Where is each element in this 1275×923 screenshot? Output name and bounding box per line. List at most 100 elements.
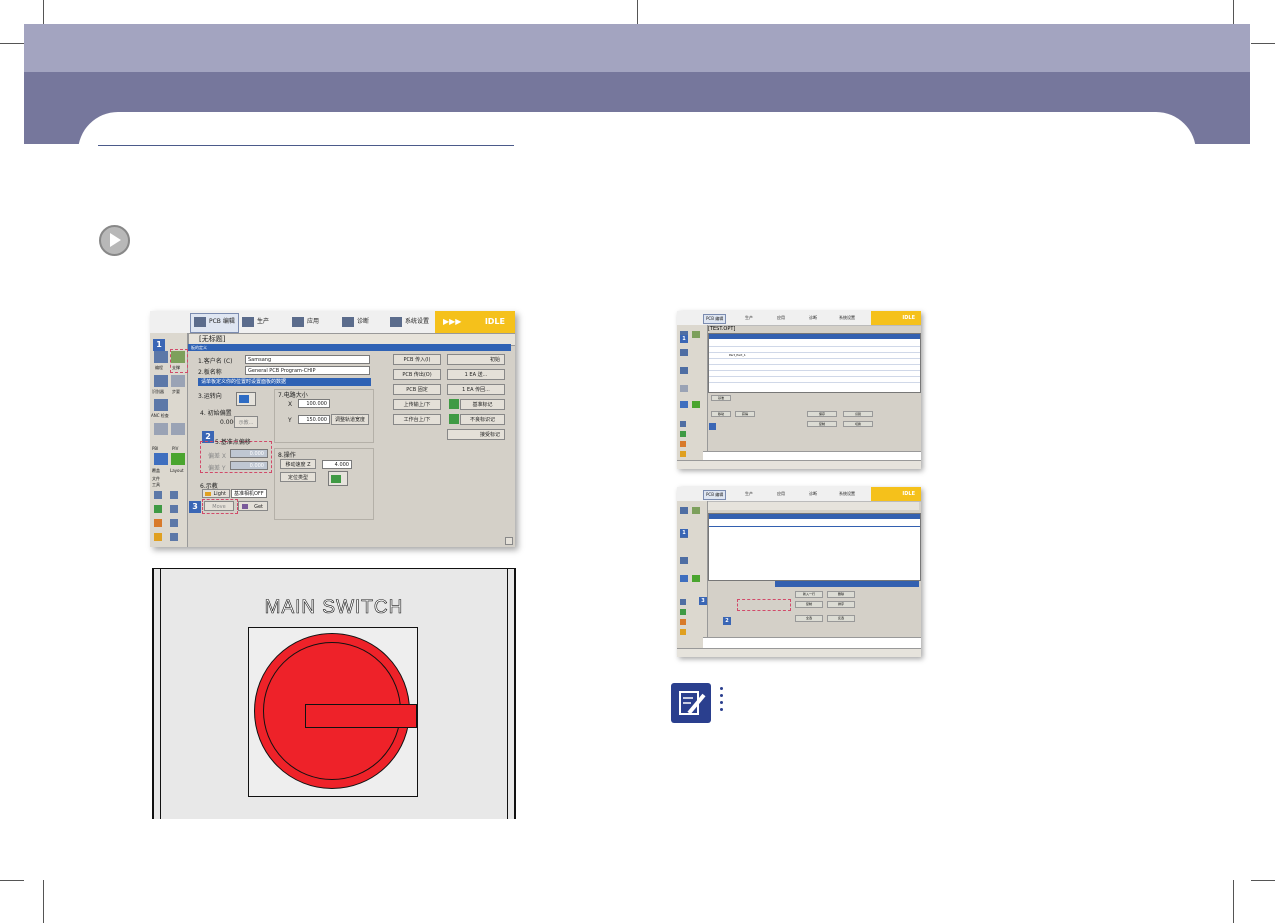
step-table[interactable] [708, 513, 921, 581]
table-row[interactable] [709, 382, 920, 383]
pbi-icon[interactable] [154, 423, 168, 435]
get-button[interactable]: 获得 [735, 411, 755, 417]
anc-icon[interactable] [154, 399, 168, 411]
pcb-fix-button[interactable]: PCB 固定 [393, 384, 441, 395]
tab-pcb-edit[interactable]: PCB 编辑 [190, 313, 239, 333]
save-button[interactable]: 保存 [807, 411, 837, 417]
move-button[interactable]: 移动 [711, 411, 731, 417]
step-icon[interactable] [171, 375, 185, 387]
light-button[interactable]: Light [202, 489, 230, 498]
tab-production[interactable]: 生产 [745, 490, 753, 498]
tab-diagnostics[interactable]: 诊断 [809, 314, 817, 322]
pbi-icon[interactable] [680, 385, 688, 392]
tool-icon[interactable] [680, 451, 686, 457]
tab-application[interactable]: 应用 [292, 314, 319, 330]
program-icon[interactable] [680, 507, 688, 514]
program-icon[interactable] [154, 351, 168, 363]
tab-application[interactable]: 应用 [777, 490, 785, 498]
layout-icon[interactable] [171, 453, 185, 465]
offset-x-field[interactable]: 0.000 [230, 449, 268, 458]
init-button[interactable]: 初始 [447, 354, 505, 365]
camera-select[interactable]: 基准相机OFF [231, 489, 267, 498]
send-one-button[interactable]: 1 EA 送... [447, 369, 505, 380]
main-switch-knob[interactable] [254, 633, 417, 789]
origin-teach-button[interactable]: 示教... [234, 416, 258, 428]
tool-icon[interactable] [154, 533, 162, 541]
customer-field[interactable]: Samsang [245, 355, 370, 364]
size-x-field[interactable]: 100.000 [298, 399, 330, 408]
tool-icon[interactable] [680, 619, 686, 625]
move-speed-z-button[interactable]: 移动速度 Z [280, 459, 316, 469]
insert-row-button[interactable]: 新入一行 [795, 591, 823, 598]
piv-icon[interactable] [171, 423, 185, 435]
tool-icon[interactable] [170, 519, 178, 527]
knob-handle[interactable] [305, 704, 417, 728]
offset-y-field[interactable]: 0.000 [230, 461, 268, 470]
recognizer-icon[interactable] [680, 349, 688, 356]
layout-icon[interactable] [692, 575, 700, 582]
tab-diagnostics[interactable]: 诊断 [342, 314, 369, 330]
tab-production[interactable]: 生产 [242, 314, 269, 330]
table-up-down-button[interactable]: 工作台上/下 [393, 414, 441, 425]
bad-mark-button[interactable]: 不良标识记 [460, 414, 505, 425]
support-icon[interactable] [692, 507, 700, 514]
tab-application[interactable]: 应用 [777, 314, 785, 322]
get-button[interactable]: Get [238, 501, 268, 511]
direction-select[interactable] [236, 392, 256, 406]
invert-selection-button[interactable]: 反选 [827, 615, 855, 622]
sort-button[interactable]: 排序 [827, 601, 855, 608]
tool-icon[interactable] [170, 491, 178, 499]
tool-icon[interactable] [680, 441, 686, 447]
table-row[interactable] [709, 370, 920, 371]
copy-button[interactable]: 复制 [807, 421, 837, 427]
tab-system-settings[interactable]: 系统设置 [839, 314, 855, 322]
support-icon[interactable] [692, 331, 700, 338]
recognize-button[interactable]: 识别 [843, 411, 873, 417]
tool-icon[interactable] [680, 609, 686, 615]
table-row[interactable] [709, 364, 920, 365]
tool-icon[interactable] [680, 629, 686, 635]
toggle-button[interactable]: 切换 [843, 421, 873, 427]
cover-icon[interactable] [154, 453, 168, 465]
delete-button[interactable]: 删除 [827, 591, 855, 598]
component-table[interactable]: Part_Part_1 [708, 333, 921, 393]
tab-system-settings[interactable]: 系统设置 [839, 490, 855, 498]
tool-icon[interactable] [680, 421, 686, 427]
table-row[interactable] [709, 346, 920, 347]
conveyor-up-down-button[interactable]: 上传输上/下 [393, 399, 441, 410]
tab-diagnostics[interactable]: 诊断 [809, 490, 817, 498]
table-row[interactable] [709, 358, 920, 359]
tab-pcb-edit[interactable]: PCB 编辑 [703, 490, 727, 500]
fiducial-button[interactable]: 基准 [711, 395, 731, 401]
tool-icon[interactable] [170, 505, 178, 513]
recognizer-icon[interactable] [154, 375, 168, 387]
speed-z-field[interactable]: 4.000 [322, 460, 352, 469]
size-y-field[interactable]: 150.000 [298, 415, 330, 424]
cover-icon[interactable] [680, 401, 688, 408]
table-row[interactable] [709, 376, 920, 377]
anc-icon[interactable] [680, 557, 688, 564]
tool-icon[interactable] [154, 519, 162, 527]
tool-icon[interactable] [680, 599, 686, 605]
select-all-button[interactable]: 全选 [795, 615, 823, 622]
adjust-rail-button[interactable]: 调整轨道宽度 [331, 414, 369, 425]
tab-production[interactable]: 生产 [745, 314, 753, 322]
copy-button[interactable]: 复制 [795, 601, 823, 608]
tab-system-settings[interactable]: 系统设置 [390, 314, 429, 330]
return-one-button[interactable]: 1 EA 传回... [447, 384, 505, 395]
anc-icon[interactable] [680, 367, 688, 374]
tool-icon[interactable] [680, 431, 686, 437]
cover-icon[interactable] [680, 575, 688, 582]
table-row[interactable] [709, 523, 920, 527]
help-button[interactable] [505, 537, 513, 545]
fiducial-mark-button[interactable]: 基准标记 [460, 399, 505, 410]
board-name-field[interactable]: General PCB Program-CHIP [245, 366, 370, 375]
move-button[interactable]: Move [204, 501, 234, 511]
position-type-button[interactable]: 定位类型 [280, 472, 316, 482]
tab-pcb-edit[interactable]: PCB 编辑 [703, 314, 727, 324]
layout-icon[interactable] [692, 401, 700, 408]
position-type-select[interactable] [328, 471, 348, 486]
pcb-out-button[interactable]: PCB 传出(O) [393, 369, 441, 380]
tool-icon[interactable] [170, 533, 178, 541]
pcb-in-button[interactable]: PCB 传入(I) [393, 354, 441, 365]
